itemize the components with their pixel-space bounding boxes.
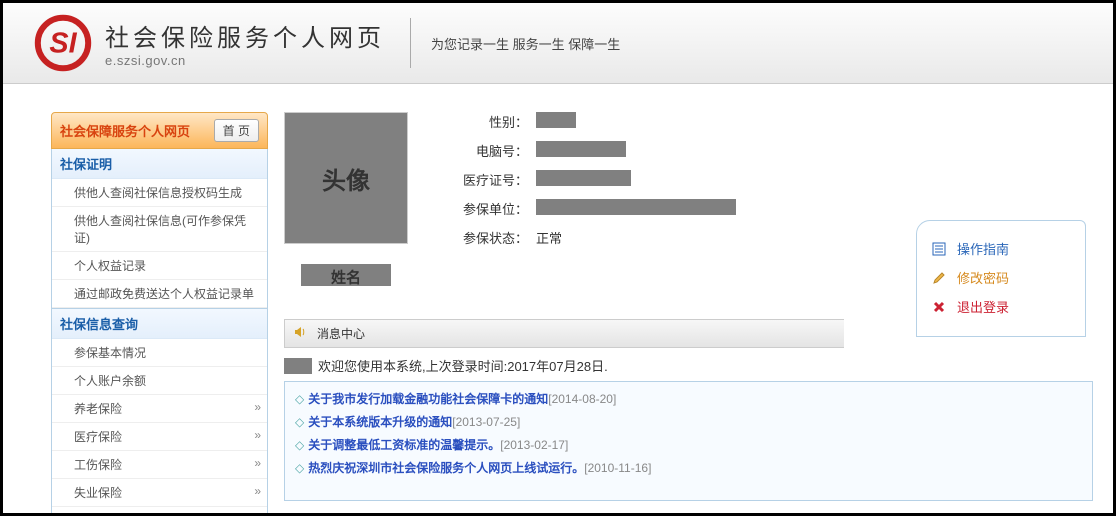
sidebar-item[interactable]: 供他人查阅社保信息(可作参保凭证)	[52, 207, 267, 252]
speaker-icon	[293, 324, 309, 343]
field-gender-label: 性别：	[458, 112, 528, 131]
welcome-text: 欢迎您使用本系统,上次登录时间:2017年07月28日.	[318, 356, 608, 375]
sidebar-item[interactable]: 失业保险	[52, 479, 267, 507]
sidebar-item[interactable]: 供他人查阅社保信息授权码生成	[52, 179, 267, 207]
quick-guide-link[interactable]: 操作指南	[931, 239, 1075, 258]
field-status-value: 正常	[536, 228, 562, 247]
sidebar-item[interactable]: 个人账户余额	[52, 367, 267, 395]
sidebar-item[interactable]: 异地转入数据查询	[52, 507, 267, 516]
bullet-icon: ◇	[295, 415, 304, 429]
sidebar-item[interactable]: 通过邮政免费送达个人权益记录单	[52, 280, 267, 308]
site-logo: SI	[33, 13, 93, 73]
sidebar-item[interactable]: 医疗保险	[52, 423, 267, 451]
logo-icon: SI	[33, 13, 93, 73]
notice-link[interactable]: 热烈庆祝深圳市社会保险服务个人网页上线试运行。	[308, 461, 584, 475]
sidebar-item[interactable]: 个人权益记录	[52, 252, 267, 280]
sidebar-item[interactable]: 参保基本情况	[52, 339, 267, 367]
page-header: SI 社会保险服务个人网页 e.szsi.gov.cn 为您记录一生 服务一生 …	[3, 3, 1113, 84]
site-tagline: 为您记录一生 服务一生 保障一生	[431, 34, 620, 53]
home-button[interactable]: 首 页	[214, 119, 259, 142]
notice-list: ◇ 关于我市发行加载金融功能社会保障卡的通知[2014-08-20] ◇ 关于本系统版…	[284, 381, 1093, 501]
message-center-label: 消息中心	[317, 325, 365, 342]
sidebar-section-title: 社保信息查询	[52, 308, 267, 339]
sidebar-section-title: 社保证明	[52, 149, 267, 179]
notice-date: [2013-07-25]	[452, 415, 520, 429]
notice-item[interactable]: ◇ 关于我市发行加载金融功能社会保障卡的通知[2014-08-20]	[295, 390, 1082, 407]
field-medical-value	[536, 170, 631, 186]
notice-link[interactable]: 关于调整最低工资标准的温馨提示。	[308, 438, 500, 452]
bullet-icon: ◇	[295, 392, 304, 406]
close-icon	[931, 299, 947, 315]
site-subtitle: e.szsi.gov.cn	[105, 53, 385, 68]
guide-icon	[931, 241, 947, 257]
sidebar: 社会保障服务个人网页 首 页 社保证明供他人查阅社保信息授权码生成供他人查阅社保…	[51, 112, 268, 516]
quick-password-link[interactable]: 修改密码	[931, 268, 1075, 287]
field-gender-value	[536, 112, 576, 128]
notice-item[interactable]: ◇ 关于本系统版本升级的通知[2013-07-25]	[295, 413, 1082, 430]
sidebar-header: 社会保障服务个人网页 首 页	[51, 112, 268, 149]
quick-actions-card: 操作指南 修改密码 退出登录	[916, 220, 1086, 337]
notice-item[interactable]: ◇ 关于调整最低工资标准的温馨提示。[2013-02-17]	[295, 436, 1082, 453]
field-status-label: 参保状态：	[458, 228, 528, 247]
sidebar-item[interactable]: 养老保险	[52, 395, 267, 423]
notice-item[interactable]: ◇ 热烈庆祝深圳市社会保险服务个人网页上线试运行。[2010-11-16]	[295, 459, 1082, 476]
sidebar-title: 社会保障服务个人网页	[60, 121, 190, 140]
field-computer-value	[536, 141, 626, 157]
bullet-icon: ◇	[295, 438, 304, 452]
field-unit-value	[536, 199, 736, 215]
quick-exit-link[interactable]: 退出登录	[931, 297, 1075, 316]
pencil-icon	[931, 270, 947, 286]
name-label: 姓名	[331, 266, 361, 287]
welcome-row: 欢迎您使用本系统,上次登录时间:2017年07月28日.	[284, 356, 1093, 375]
bullet-icon: ◇	[295, 461, 304, 475]
svg-text:SI: SI	[49, 28, 77, 60]
notice-link[interactable]: 关于我市发行加载金融功能社会保障卡的通知	[308, 392, 548, 406]
notice-date: [2013-02-17]	[500, 438, 568, 452]
field-unit-label: 参保单位：	[458, 199, 528, 218]
notice-date: [2014-08-20]	[548, 392, 616, 406]
welcome-name-mask	[284, 358, 312, 374]
avatar-placeholder: 头像	[284, 112, 408, 244]
sidebar-item[interactable]: 工伤保险	[52, 451, 267, 479]
notice-link[interactable]: 关于本系统版本升级的通知	[308, 415, 452, 429]
field-medical-label: 医疗证号：	[458, 170, 528, 189]
message-center-bar: 消息中心	[284, 319, 844, 348]
field-computer-label: 电脑号：	[458, 141, 528, 160]
site-title: 社会保险服务个人网页	[105, 18, 385, 53]
notice-date: [2010-11-16]	[584, 461, 651, 475]
